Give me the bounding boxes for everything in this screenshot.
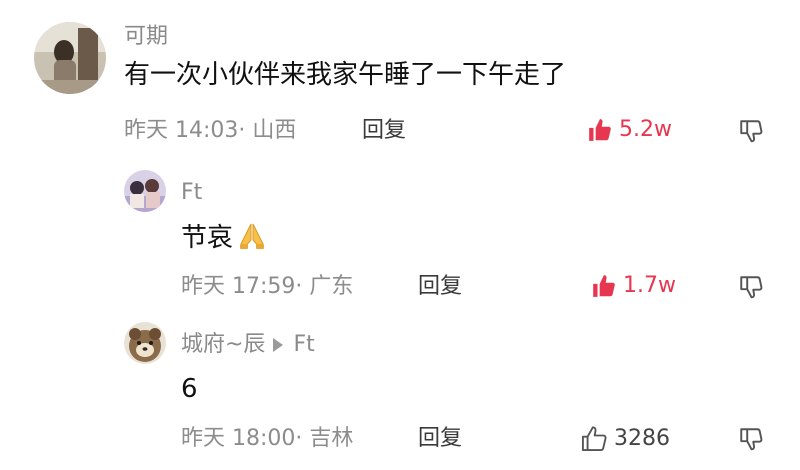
avatar-image: [124, 322, 166, 364]
username[interactable]: 城府~辰: [181, 332, 265, 357]
comment-item: 城府~辰 Ft 6 昨天 18:00· 吉林 回复 3286: [0, 310, 800, 470]
like-count: 5.2w: [619, 117, 672, 142]
username[interactable]: 可期: [124, 26, 168, 48]
thumbs-down-outline-icon: [740, 276, 763, 299]
comment-meta: 昨天 14:03· 山西: [124, 118, 297, 143]
avatar[interactable]: [124, 170, 166, 212]
thumbs-down-outline-icon: [740, 120, 763, 143]
username[interactable]: Ft: [181, 182, 202, 204]
comment-meta: 昨天 18:00· 吉林: [181, 426, 354, 451]
thumbs-up-filled-icon: [593, 275, 615, 297]
dislike-button[interactable]: [738, 274, 764, 304]
comment-item: Ft 节哀 昨天 17:59· 广东 回复 1.7w: [0, 160, 800, 310]
like-button[interactable]: 3286: [580, 425, 670, 453]
comment-meta: 昨天 17:59· 广东: [181, 274, 354, 299]
thumbs-up-outline-icon: [581, 426, 607, 452]
reply-button[interactable]: 回复: [362, 120, 406, 142]
play-arrow-icon: [273, 338, 284, 352]
reply-button[interactable]: 回复: [418, 276, 462, 298]
comment-text-value: 节哀: [181, 223, 234, 253]
like-button[interactable]: 1.7w: [591, 273, 676, 299]
avatar-image: [34, 22, 106, 94]
comment-text: 节哀: [181, 220, 267, 255]
avatar[interactable]: [124, 322, 166, 364]
avatar-image: [124, 170, 166, 212]
avatar[interactable]: [34, 22, 106, 94]
thumbs-up-filled-icon: [589, 119, 611, 141]
folded-hands-emoji: [237, 220, 267, 255]
comment-text: 有一次小伙伴来我家午睡了一下午走了: [124, 60, 567, 90]
reply-to-username[interactable]: Ft: [293, 332, 314, 357]
like-button[interactable]: 5.2w: [587, 117, 672, 143]
like-count: 1.7w: [623, 273, 676, 298]
comment-item: 可期 有一次小伙伴来我家午睡了一下午走了 昨天 14:03· 山西 回复 5.2…: [0, 0, 800, 160]
dislike-button[interactable]: [738, 426, 764, 456]
comment-text: 6: [181, 374, 198, 404]
dislike-button[interactable]: [738, 118, 764, 148]
reply-header: 城府~辰 Ft: [181, 334, 315, 356]
like-count: 3286: [614, 426, 670, 451]
reply-button[interactable]: 回复: [418, 428, 462, 450]
thumbs-down-outline-icon: [740, 428, 763, 451]
